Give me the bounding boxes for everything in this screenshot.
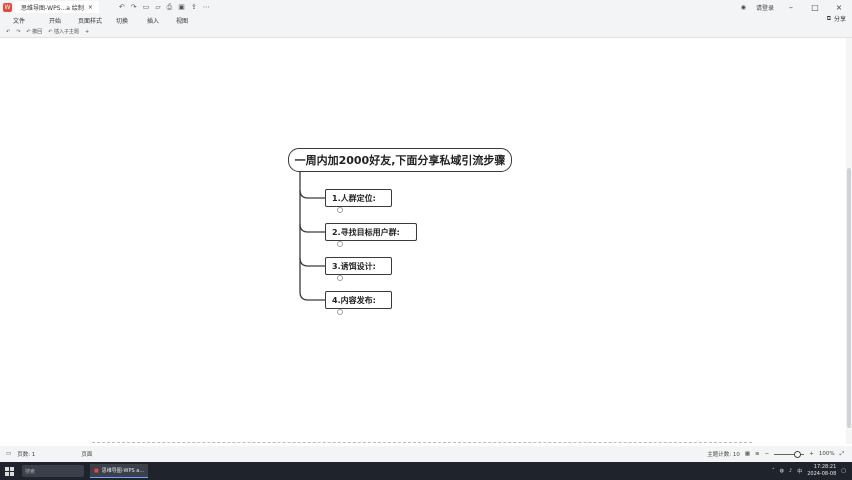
clock-date: 2024-08-08 <box>807 471 837 477</box>
zoom-out-icon[interactable]: − <box>765 451 770 457</box>
windows-taskbar: 搜索 ■ 思维导图-WPS a... ˄ ◍ ♪ 中 17:28:21 2024… <box>0 462 852 480</box>
notification-icon[interactable]: ▢ <box>841 468 846 474</box>
topic-count: 主题计数: 10 <box>707 452 740 458</box>
horizontal-scrollbar[interactable] <box>92 442 752 445</box>
vertical-scrollbar[interactable] <box>846 38 852 444</box>
mindmap-branch-1[interactable]: 1.人群定位: <box>325 189 392 207</box>
mindmap-branch-3[interactable]: 3.诱饵设计: <box>325 257 392 275</box>
app-window: W 思维导图-WPS...a 绘制 × ↶ ↷ ▭ ▱ ⎙ ▣ ⇪ ⋯ ◉ 请登… <box>0 0 852 480</box>
zoom-level[interactable]: 100% <box>819 451 835 457</box>
taskbar-app-label: 思维导图-WPS a... <box>101 468 145 474</box>
volume-icon[interactable]: ♪ <box>789 468 792 474</box>
fullscreen-icon[interactable]: ⤢ <box>840 451 844 458</box>
zoom-slider[interactable] <box>774 450 805 458</box>
grid-view-icon[interactable]: ▦ <box>745 451 750 457</box>
mindmap-branch-4[interactable]: 4.内容发布: <box>325 291 392 309</box>
mindmap-connectors <box>299 172 325 301</box>
collapse-toggle-icon[interactable] <box>337 207 343 213</box>
taskbar-search-box[interactable]: 搜索 <box>22 465 84 477</box>
mindmap-branch-2[interactable]: 2.寻找目标用户群: <box>325 223 417 241</box>
page-type[interactable]: 页面 <box>81 450 92 458</box>
taskbar-app-wps[interactable]: ■ 思维导图-WPS a... <box>90 464 149 478</box>
taskbar-search-placeholder: 搜索 <box>25 468 36 475</box>
vertical-scrollbar-thumb[interactable] <box>847 168 851 428</box>
collapse-toggle-icon[interactable] <box>337 241 343 247</box>
mindmap-root-topic[interactable]: 一周内加2000好友,下面分享私域引流步骤 <box>288 148 512 172</box>
windows-start-icon[interactable] <box>5 466 14 476</box>
outline-view-icon[interactable]: ≡ <box>755 451 760 457</box>
collapse-toggle-icon[interactable] <box>337 275 343 281</box>
status-bar: ▭ 页数: 1 页面 主题计数: 10 ▦ ≡ − + 100% ⤢ <box>0 446 852 462</box>
system-tray: ˄ ◍ ♪ 中 17:28:21 2024-08-08 ▢ <box>772 462 846 480</box>
tray-expand-icon[interactable]: ˄ <box>772 468 775 474</box>
zoom-in-icon[interactable]: + <box>809 451 814 457</box>
page-count: 页数: 1 <box>17 452 36 458</box>
clock-time: 17:28:21 <box>813 464 837 470</box>
zoom-slider-knob[interactable] <box>794 450 802 458</box>
network-icon[interactable]: ◍ <box>780 468 784 474</box>
wps-app-icon: ■ <box>94 467 99 474</box>
taskbar-clock[interactable]: 17:28:21 2024-08-08 <box>807 464 836 478</box>
page-icon: ▭ <box>6 451 12 457</box>
input-method-indicator[interactable]: 中 <box>797 468 802 475</box>
collapse-toggle-icon[interactable] <box>337 309 343 315</box>
